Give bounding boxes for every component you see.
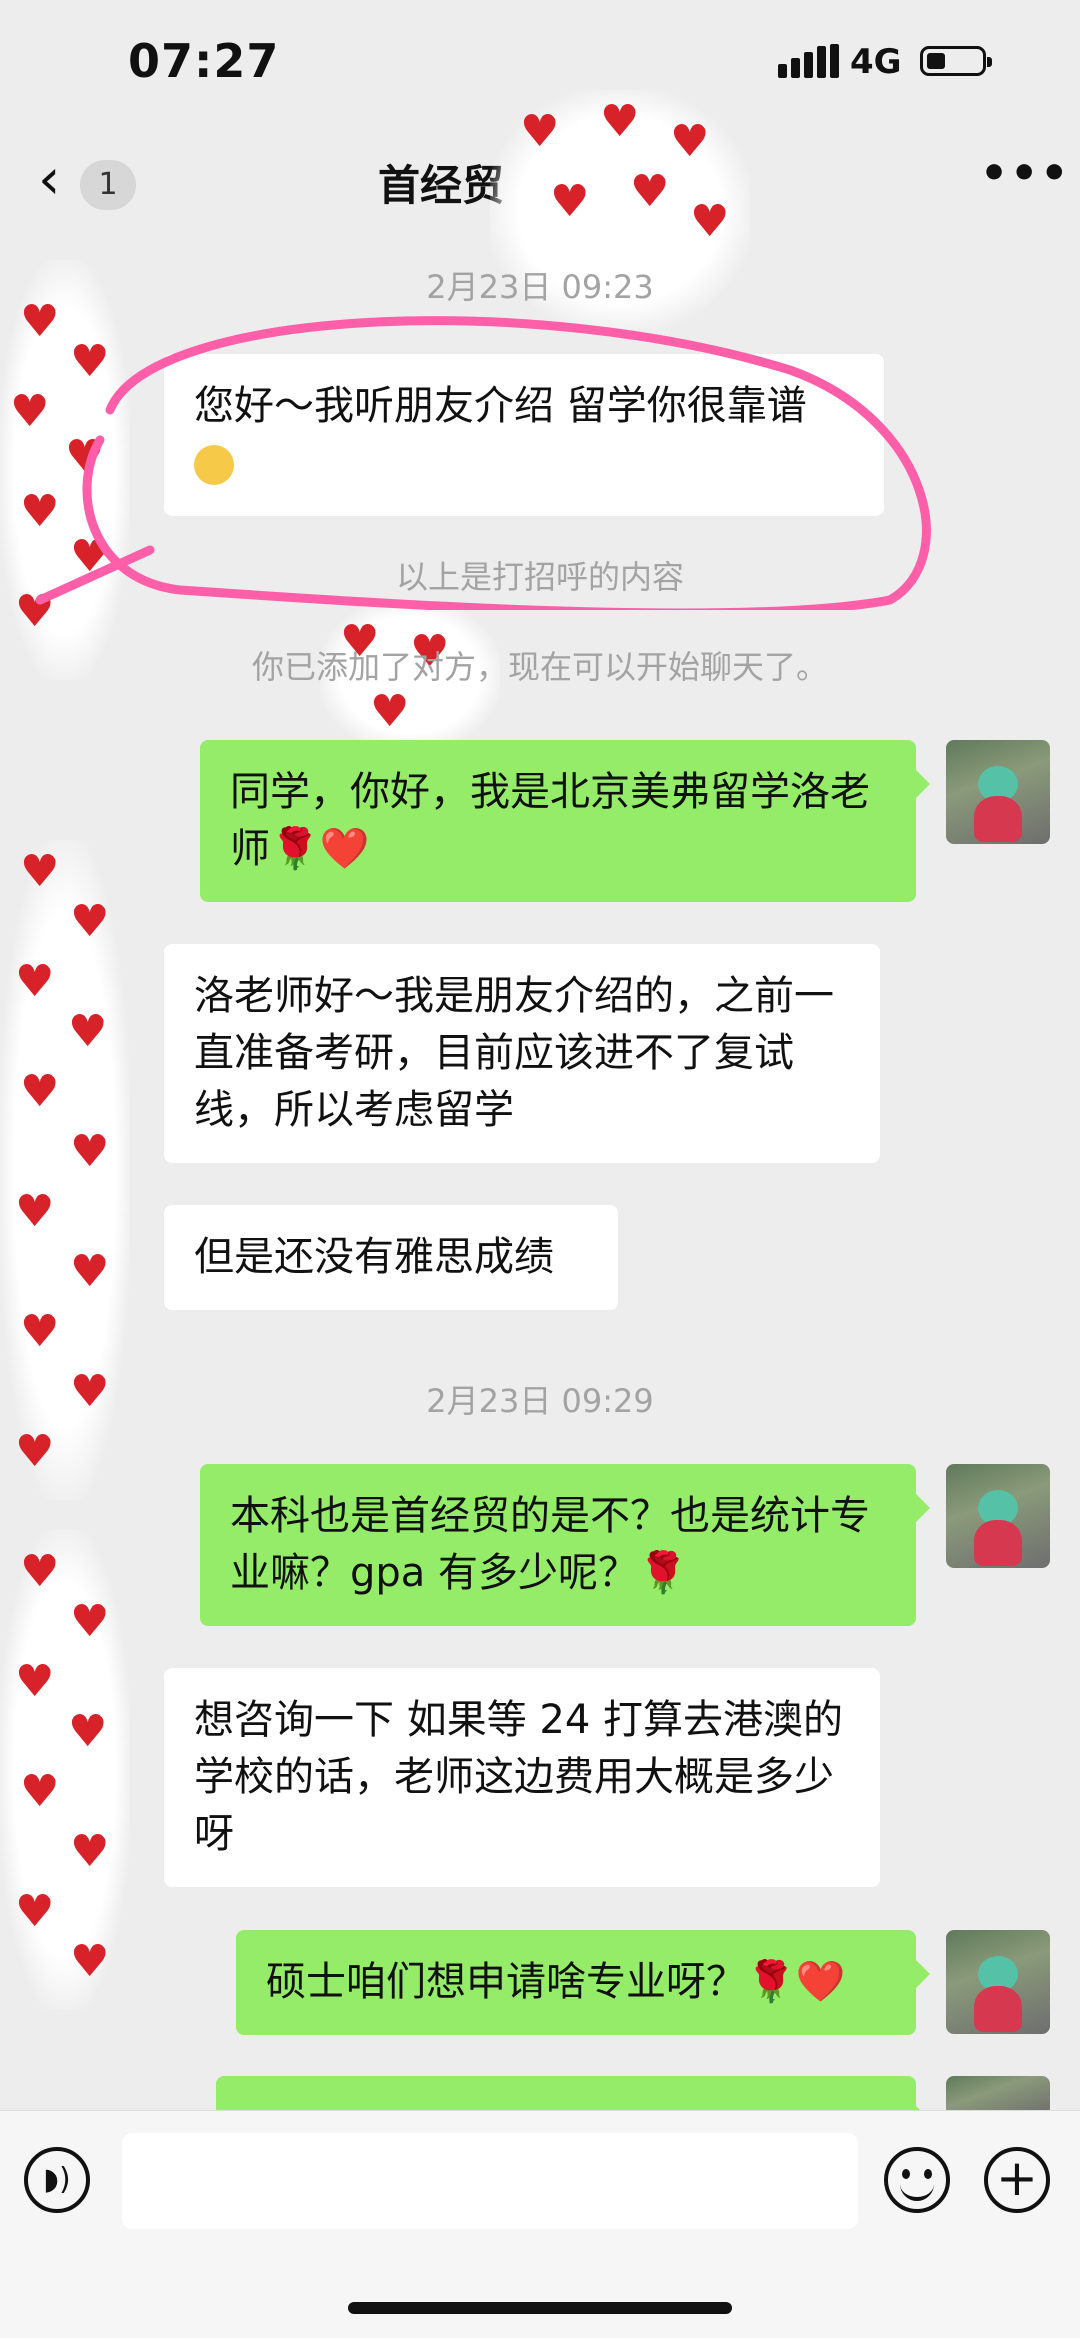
message-text: 硕士咱们想申请啥专业呀？ [266, 1959, 746, 2005]
voice-button[interactable]: ◗) [24, 2147, 90, 2213]
unread-badge: 1 [80, 160, 136, 210]
plus-button[interactable]: + [984, 2147, 1050, 2213]
message-bubble-outgoing[interactable]: 硕士咱们想申请啥专业呀？🌹❤️ [236, 1930, 930, 2035]
message-bubble-outgoing[interactable]: 本科也是首经贸的是不？也是统计专业嘛？gpa 有多少呢？🌹 [200, 1464, 930, 1626]
input-bar: ◗) + [0, 2110, 1080, 2338]
more-button[interactable]: ••• [980, 148, 1070, 199]
message-bubble-incoming[interactable]: 洛老师好～我是朋友介绍的，之前一直准备考研，目前应该进不了复试线，所以考虑留学 [164, 944, 880, 1163]
rose-heart-emoji-icon: 🌹❤️ [746, 1959, 846, 2005]
message-text: 洛老师好～我是朋友介绍的，之前一直准备考研，目前应该进不了复试线，所以考虑留学 [194, 973, 834, 1133]
message-input[interactable] [122, 2133, 858, 2229]
message-text: 但是还没有雅思成绩 [194, 1234, 554, 1280]
message-list[interactable]: ♥ ♥ ♥ ♥ ♥ ♥ ♥ ♥ ♥ ♥ ♥ ♥ ♥ ♥ ♥ ♥ ♥ ♥ ♥ ♥ ♥ ♥ ♥ ♥ ♥ ♥ … [0, 90, 1080, 2136]
voice-icon: ◗) [43, 2162, 71, 2197]
timestamp: 2月23日 09:23 [426, 268, 654, 306]
emoji-button[interactable] [884, 2147, 950, 2213]
avatar[interactable] [946, 1930, 1050, 2034]
rose-heart-emoji-icon: 🌹❤️ [270, 826, 370, 872]
more-dots-icon: ••• [980, 148, 1071, 199]
message-text: 您好～我听朋友介绍 留学你很靠谱 [194, 383, 807, 429]
chevron-left-icon: ‹ [38, 147, 61, 212]
message-bubble-incoming[interactable]: 但是还没有雅思成绩 [164, 1205, 618, 1310]
rose-emoji-icon: 🌹 [638, 1550, 688, 1596]
network-type: 4G [850, 42, 902, 82]
message-text: 想咨询一下 如果等 24 打算去港澳的学校的话，老师这边费用大概是多少呀 [194, 1697, 844, 1857]
message-text: 本科也是首经贸的是不？也是统计专业嘛？gpa 有多少呢？ [230, 1493, 870, 1596]
home-indicator [348, 2302, 732, 2314]
system-notice: 你已添加了对方，现在可以开始聊天了。 [251, 648, 828, 686]
avatar[interactable] [946, 1464, 1050, 1568]
timestamp: 2月23日 09:29 [426, 1382, 654, 1420]
battery-icon [920, 46, 992, 76]
avatar[interactable] [946, 740, 1050, 844]
message-bubble-incoming[interactable]: 您好～我听朋友介绍 留学你很靠谱 [164, 354, 884, 516]
system-notice: 以上是打招呼的内容 [395, 558, 684, 596]
smile-emoji-icon [194, 445, 234, 485]
heart-sticker-decoration: ♥ ♥ ♥ ♥ ♥ ♥ ♥ [0, 260, 130, 680]
status-time: 07:27 [128, 34, 280, 88]
signal-icon [778, 44, 839, 78]
message-bubble-incoming[interactable]: 想咨询一下 如果等 24 打算去港澳的学校的话，老师这边费用大概是多少呀 [164, 1668, 880, 1887]
heart-sticker-decoration: ♥ ♥ ♥ ♥ ♥ ♥ ♥ ♥ [0, 1530, 130, 2010]
chat-title: 首经贸 [378, 161, 505, 210]
plus-icon: + [996, 2149, 1038, 2207]
message-bubble-outgoing[interactable]: 同学，你好，我是北京美弗留学洛老师🌹❤️ [200, 740, 930, 902]
